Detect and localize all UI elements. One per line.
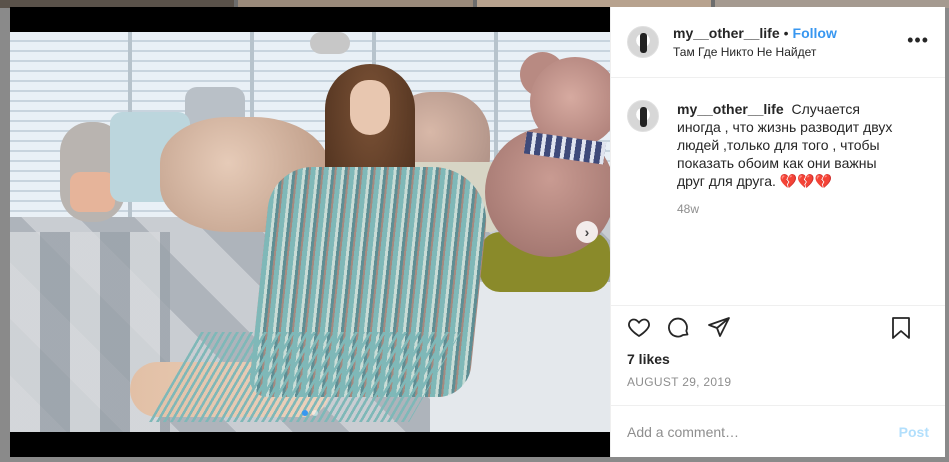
chevron-right-icon: ›: [584, 224, 590, 240]
post-photo: [10, 32, 610, 432]
heart-icon[interactable]: [627, 315, 651, 339]
avatar[interactable]: [627, 26, 659, 58]
post-sidebar: my__other__life • Follow Там Где Никто Н…: [610, 7, 945, 457]
comment-icon[interactable]: [667, 315, 691, 339]
comment-input[interactable]: [627, 423, 867, 440]
post-comment-button[interactable]: Post: [899, 424, 929, 440]
caption-avatar[interactable]: [627, 100, 659, 132]
more-options-icon[interactable]: •••: [907, 31, 929, 49]
caption: my__other__life Случается иногда , что ж…: [627, 100, 929, 190]
carousel-indicator: [302, 410, 318, 416]
add-comment-bar: Post: [611, 405, 945, 457]
carousel-dot-active: [302, 410, 308, 416]
broken-heart-emoji: 💔💔💔: [779, 173, 833, 189]
separator: •: [783, 25, 789, 41]
share-icon[interactable]: [707, 315, 731, 339]
post-media[interactable]: ›: [10, 7, 610, 457]
post-modal: › my__other__life • Follow Там Где Никто…: [10, 7, 945, 457]
follow-button[interactable]: Follow: [793, 25, 837, 41]
action-bar: [611, 305, 945, 347]
post-date: AUGUST 29, 2019: [627, 375, 732, 389]
location-link[interactable]: Там Где Никто Не Найдет: [673, 45, 837, 59]
carousel-dot: [312, 410, 318, 416]
likes-count[interactable]: 7 likes: [611, 347, 945, 369]
caption-username[interactable]: my__other__life: [677, 101, 784, 117]
post-header: my__other__life • Follow Там Где Никто Н…: [611, 7, 945, 78]
bookmark-icon[interactable]: [889, 316, 913, 340]
caption-timestamp[interactable]: 48w: [677, 202, 929, 216]
comments-section: my__other__life Случается иногда , что ж…: [611, 78, 945, 305]
username-link[interactable]: my__other__life: [673, 25, 780, 41]
next-slide-button[interactable]: ›: [576, 221, 598, 243]
